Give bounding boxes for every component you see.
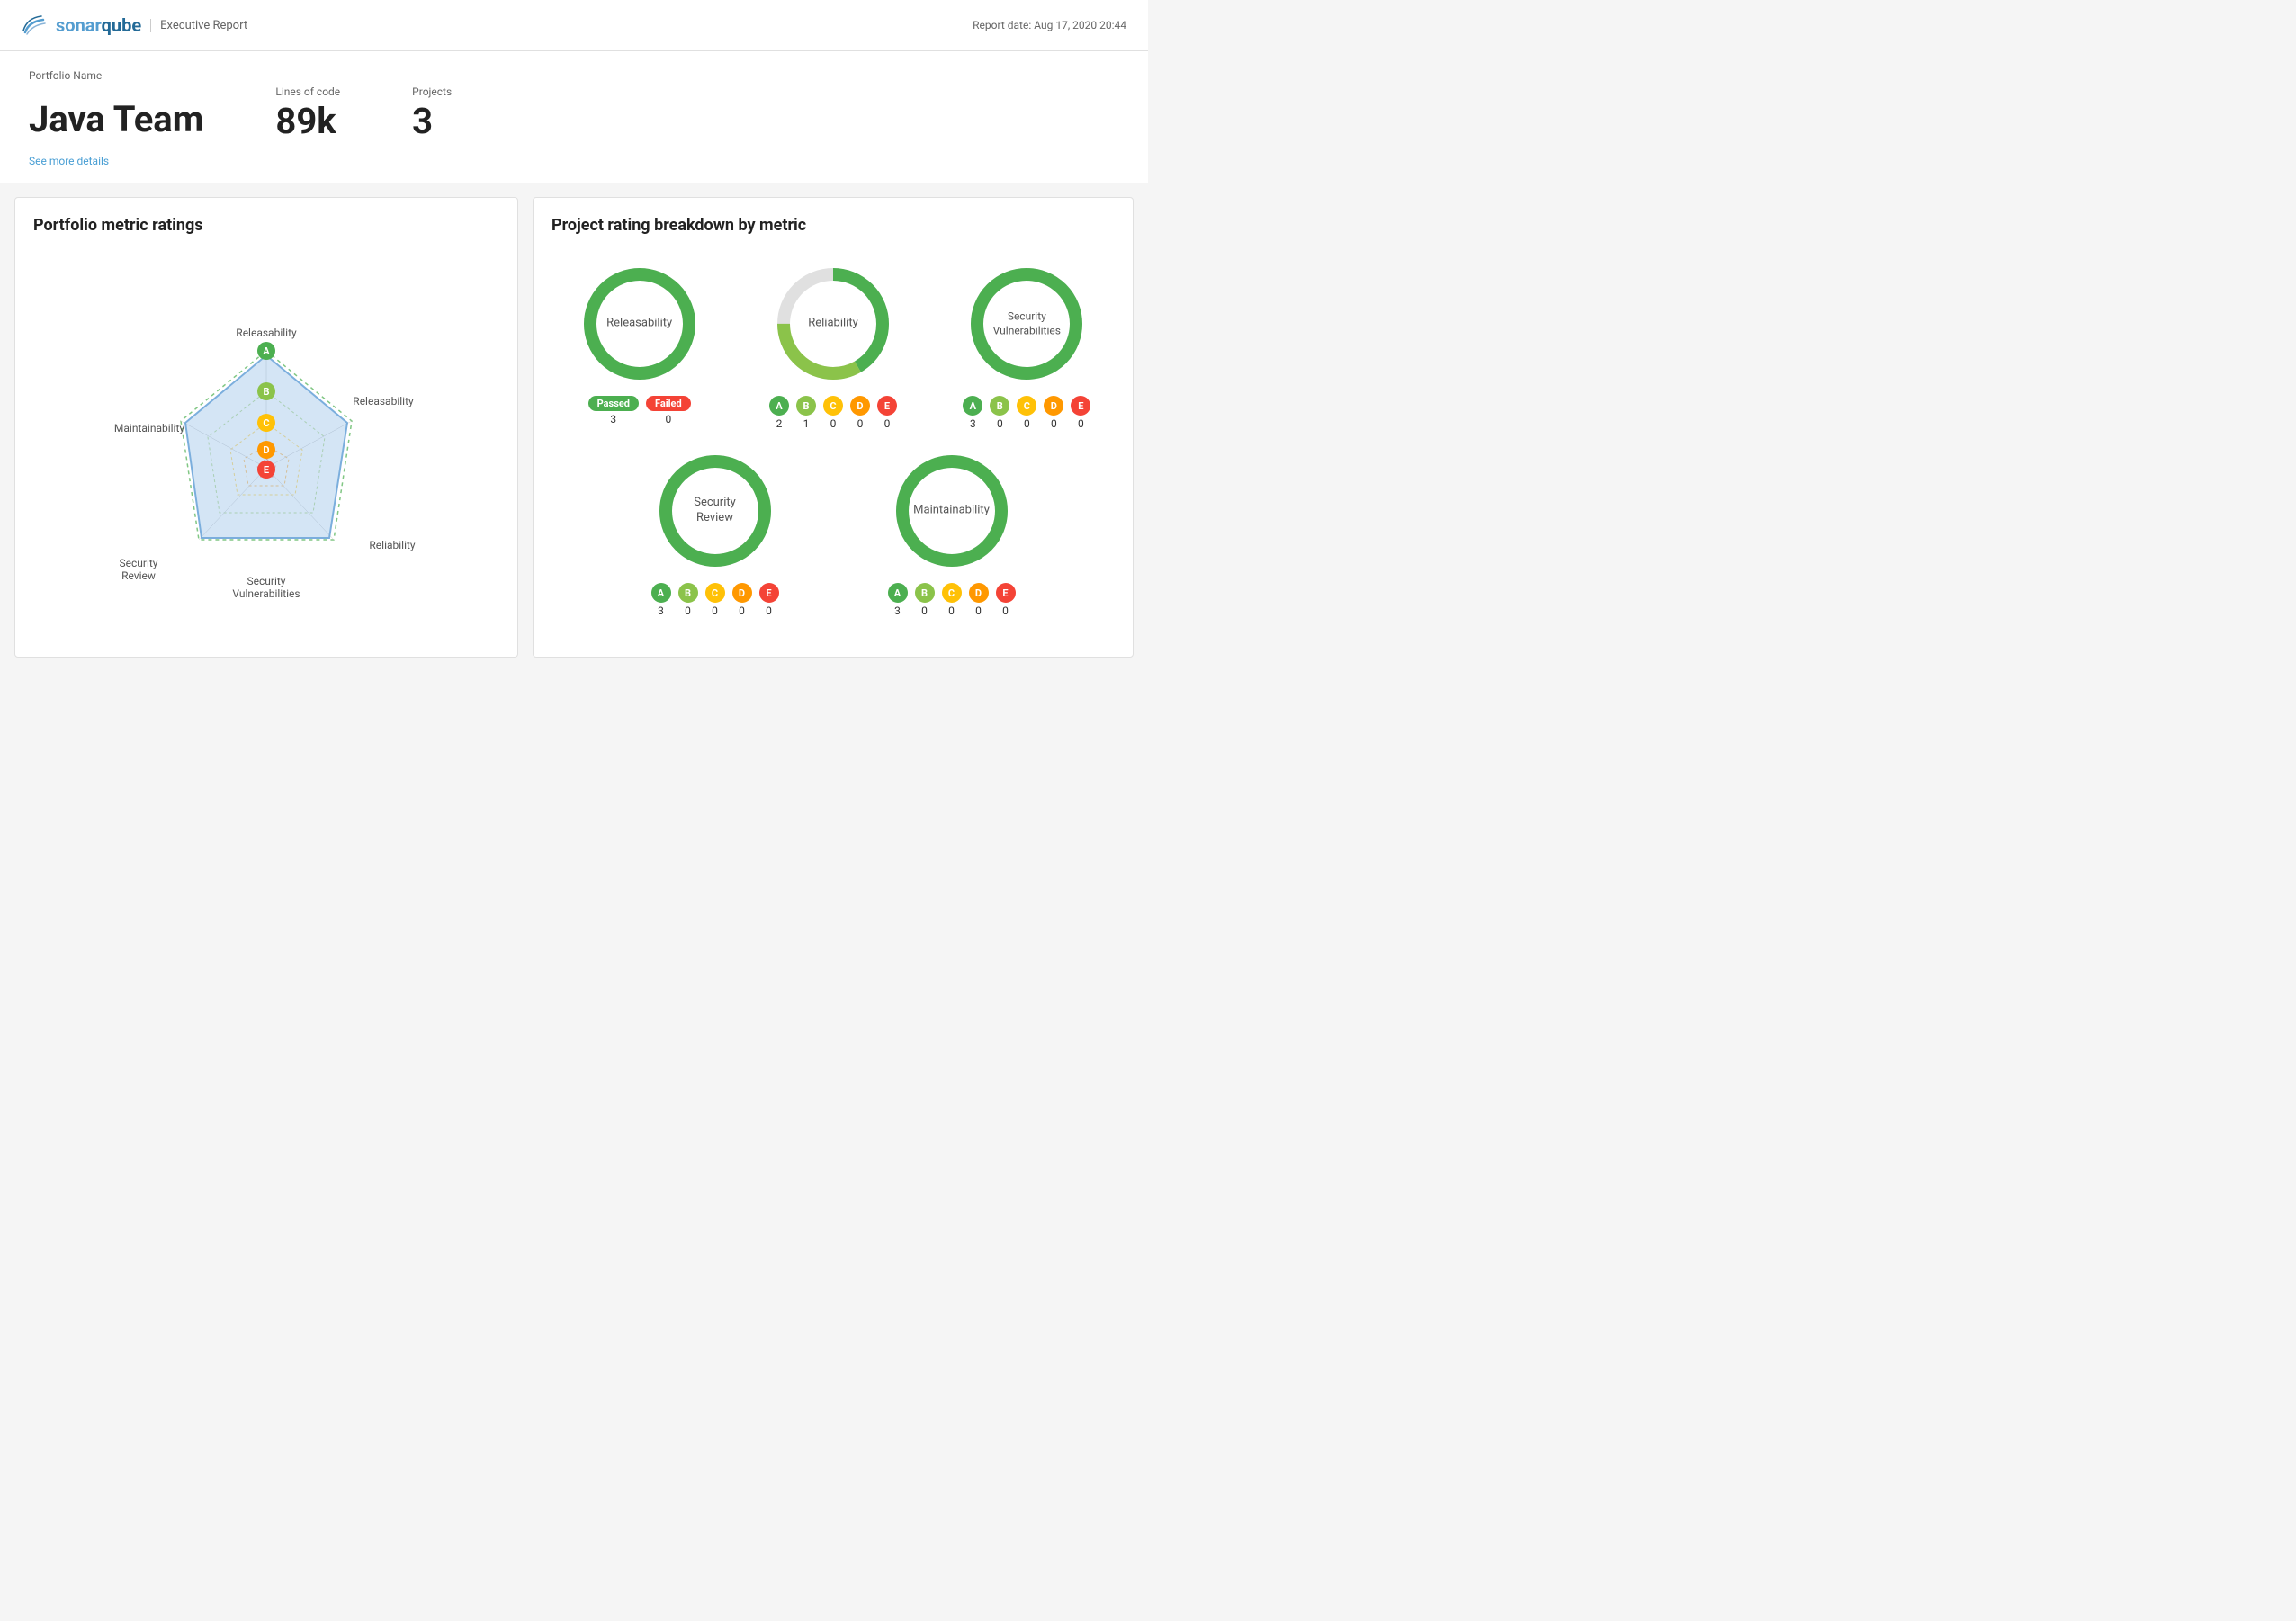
security-review-rating-row: A 3 B 0 C 0 D 0	[651, 583, 779, 617]
radar-svg: A B C D E Releasability Maintaina	[41, 270, 491, 630]
maint-d: D 0	[969, 583, 989, 617]
metric-card-security-vulnerabilities: SecurityVulnerabilities A 3 B 0 C 0	[939, 261, 1115, 430]
loc-value: 89k	[275, 100, 340, 142]
svg-text:D: D	[263, 444, 269, 456]
reliability-b: B 1	[796, 396, 816, 430]
logo-text: sonarqube	[56, 14, 141, 36]
radar-chart: A B C D E Releasability Maintaina	[33, 261, 499, 639]
svg-text:A: A	[263, 345, 270, 357]
projects-value: 3	[412, 100, 452, 142]
right-panel-title: Project rating breakdown by metric	[552, 216, 1115, 246]
logo-area: sonarqube Executive Report	[22, 13, 247, 38]
svg-text:Review: Review	[121, 569, 156, 582]
secvuln-b: B 0	[990, 396, 1009, 430]
svg-text:B: B	[263, 386, 269, 398]
left-panel-title: Portfolio metric ratings	[33, 216, 499, 246]
breakdown-top-row: Releasability Passed 3 Failed 0	[552, 261, 1115, 430]
secvuln-a: A 3	[963, 396, 982, 430]
svg-text:Vulnerabilities: Vulnerabilities	[232, 587, 300, 600]
donut-label-releasability: Releasability	[606, 317, 672, 332]
maintainability-rating-row: A 3 B 0 C 0 D 0	[888, 583, 1016, 617]
portfolio-label: Portfolio Name	[29, 69, 1119, 82]
secvuln-d: D 0	[1044, 396, 1063, 430]
report-subtitle: Executive Report	[150, 19, 247, 32]
sonarqube-logo-icon	[22, 13, 47, 38]
donut-maintainability: Maintainability	[889, 448, 1015, 574]
svg-text:Releasability: Releasability	[236, 327, 297, 339]
projects-label: Projects	[412, 85, 452, 98]
reliability-e: E 0	[877, 396, 897, 430]
secvuln-e: E 0	[1071, 396, 1090, 430]
maint-a: A 3	[888, 583, 908, 617]
report-date: Report date: Aug 17, 2020 20:44	[973, 19, 1126, 31]
right-panel: Project rating breakdown by metric Relea…	[533, 197, 1134, 658]
svg-text:C: C	[263, 417, 269, 429]
svg-text:Releasability: Releasability	[353, 395, 414, 407]
releasability-failed: Failed 0	[646, 396, 691, 425]
donut-label-security-vuln: SecurityVulnerabilities	[993, 309, 1061, 337]
breakdown-bottom-row: SecurityReview A 3 B 0 C 0	[552, 448, 1115, 617]
svg-text:Maintainability: Maintainability	[114, 422, 184, 434]
donut-releasability: Releasability	[577, 261, 703, 387]
portfolio-name: Java Team	[29, 98, 203, 140]
loc-label: Lines of code	[275, 85, 340, 98]
secrev-d: D 0	[732, 583, 752, 617]
donut-label-reliability: Reliability	[808, 317, 858, 332]
header: sonarqube Executive Report Report date: …	[0, 0, 1148, 51]
reliability-c: C 0	[823, 396, 843, 430]
see-more-link[interactable]: See more details	[29, 155, 109, 167]
reliability-rating-row: A 2 B 1 C 0 D 0	[769, 396, 897, 430]
maint-b: B 0	[915, 583, 935, 617]
metric-card-releasability: Releasability Passed 3 Failed 0	[552, 261, 727, 430]
donut-security-review: SecurityReview	[652, 448, 778, 574]
security-vuln-rating-row: A 3 B 0 C 0 D 0	[963, 396, 1090, 430]
secvuln-c: C 0	[1017, 396, 1036, 430]
donut-label-security-review: SecurityReview	[694, 496, 736, 526]
donut-label-maintainability: Maintainability	[913, 504, 990, 519]
maint-e: E 0	[996, 583, 1016, 617]
secrev-b: B 0	[678, 583, 698, 617]
releasability-passed: Passed 3	[588, 396, 639, 425]
reliability-d: D 0	[850, 396, 870, 430]
metric-card-reliability: Reliability A 2 B 1 C 0	[745, 261, 920, 430]
svg-text:Reliability: Reliability	[369, 539, 416, 551]
metric-card-maintainability: Maintainability A 3 B 0 C 0	[842, 448, 1061, 617]
svg-text:Security: Security	[247, 575, 286, 587]
reliability-a: A 2	[769, 396, 789, 430]
metric-card-security-review: SecurityReview A 3 B 0 C 0	[605, 448, 824, 617]
secrev-e: E 0	[759, 583, 779, 617]
svg-text:Security: Security	[120, 557, 158, 569]
secrev-a: A 3	[651, 583, 671, 617]
donut-reliability: Reliability	[770, 261, 896, 387]
main-content: Portfolio metric ratings	[0, 183, 1148, 672]
svg-text:E: E	[264, 464, 269, 476]
maint-c: C 0	[942, 583, 962, 617]
releasability-rating-row: Passed 3 Failed 0	[588, 396, 691, 425]
left-panel: Portfolio metric ratings	[14, 197, 518, 658]
secrev-c: C 0	[705, 583, 725, 617]
donut-security-vulnerabilities: SecurityVulnerabilities	[964, 261, 1090, 387]
